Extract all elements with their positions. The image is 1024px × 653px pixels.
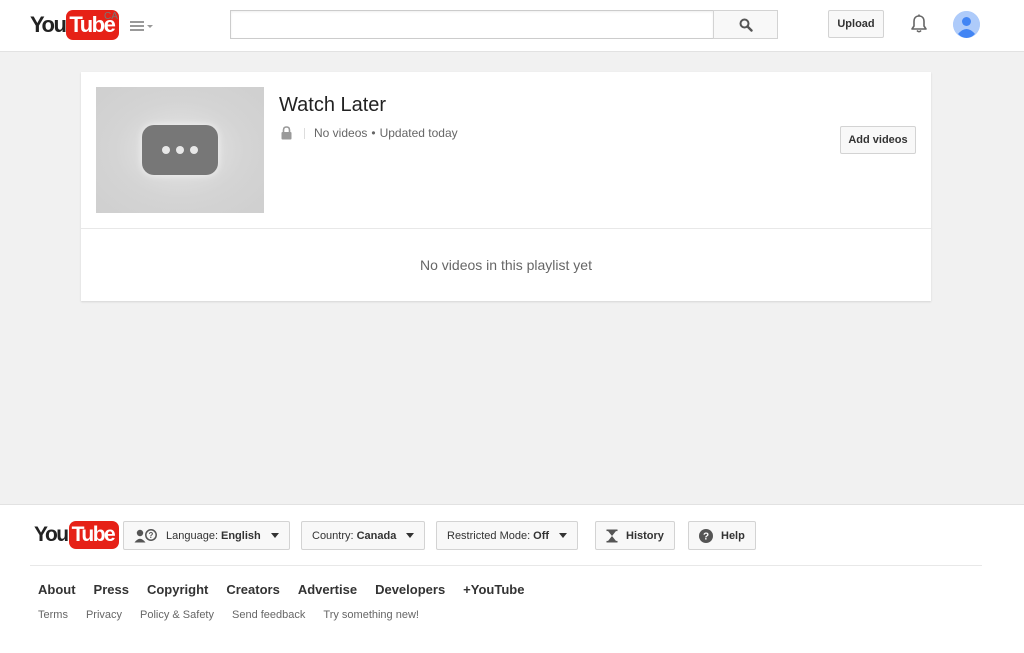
footer-link-press[interactable]: Press xyxy=(94,582,129,597)
logo-region-label: CA xyxy=(104,11,118,22)
playlist-header-card: Watch Later No videos • Updated today Ad… xyxy=(81,72,931,301)
country-label: Country: xyxy=(312,529,354,542)
meta-separator xyxy=(304,127,305,139)
language-people-icon: ? xyxy=(134,528,158,543)
footer-link-about[interactable]: About xyxy=(38,582,76,597)
search-input[interactable] xyxy=(230,10,713,39)
lock-icon xyxy=(281,126,292,140)
footer-link-advertise[interactable]: Advertise xyxy=(298,582,357,597)
footer-link-developers[interactable]: Developers xyxy=(375,582,445,597)
logo-you-text: You xyxy=(30,12,67,37)
history-button[interactable]: History xyxy=(595,521,675,550)
playlist-meta: No videos • Updated today xyxy=(281,126,458,140)
caret-down-icon xyxy=(559,533,568,538)
hamburger-icon xyxy=(130,21,144,33)
help-button[interactable]: ? Help xyxy=(688,521,756,550)
empty-playlist-message: No videos in this playlist yet xyxy=(420,257,592,273)
svg-text:?: ? xyxy=(703,531,709,542)
footer-link-copyright[interactable]: Copyright xyxy=(147,582,208,597)
language-value: English xyxy=(221,529,261,542)
search-button[interactable] xyxy=(713,10,778,39)
updated-label: Updated today xyxy=(379,126,458,140)
account-avatar[interactable] xyxy=(953,11,980,38)
restricted-value: Off xyxy=(533,529,550,542)
footer-link-try-something-new[interactable]: Try something new! xyxy=(323,609,419,621)
svg-text:?: ? xyxy=(149,531,154,540)
footer-link-creators[interactable]: Creators xyxy=(226,582,279,597)
youtube-logo[interactable]: You Tube CA xyxy=(30,10,120,40)
restricted-mode-button[interactable]: Restricted Mode: Off xyxy=(436,521,579,550)
country-picker-button[interactable]: Country: Canada xyxy=(301,521,426,550)
notifications-bell-icon[interactable] xyxy=(908,13,930,35)
language-picker-button[interactable]: ? Language: English xyxy=(123,521,290,550)
help-label: Help xyxy=(721,529,745,542)
user-icon xyxy=(953,11,980,38)
upload-button[interactable]: Upload xyxy=(828,10,884,38)
footer-secondary-links: Terms Privacy Policy & Safety Send feedb… xyxy=(38,609,419,621)
playlist-thumbnail[interactable] xyxy=(96,87,264,213)
video-count: No videos xyxy=(314,126,368,140)
footer-logo-you-text: You xyxy=(34,523,69,546)
country-value: Canada xyxy=(356,529,397,542)
chevron-down-icon xyxy=(147,25,153,28)
guide-menu-button[interactable] xyxy=(130,19,156,35)
footer-link-privacy[interactable]: Privacy xyxy=(86,609,122,621)
caret-down-icon xyxy=(406,533,415,538)
card-divider xyxy=(81,228,931,229)
language-label: Language: xyxy=(166,529,218,542)
footer-link-plus-youtube[interactable]: +YouTube xyxy=(463,582,524,597)
meta-dot: • xyxy=(371,126,376,140)
masthead: You Tube CA Upload xyxy=(0,0,1024,52)
history-label: History xyxy=(626,529,664,542)
search-form xyxy=(230,10,778,39)
more-icon xyxy=(142,125,218,175)
search-icon xyxy=(739,18,753,32)
restricted-label: Restricted Mode: xyxy=(447,529,531,542)
help-icon: ? xyxy=(699,528,713,543)
footer-link-send-feedback[interactable]: Send feedback xyxy=(232,609,305,621)
footer-divider xyxy=(30,565,982,566)
footer-link-terms[interactable]: Terms xyxy=(38,609,68,621)
footer-link-policy-safety[interactable]: Policy & Safety xyxy=(140,609,214,621)
footer-primary-links: About Press Copyright Creators Advertise… xyxy=(38,582,524,597)
footer: You Tube ? Language: English Country: Ca… xyxy=(0,504,1024,653)
footer-youtube-logo[interactable]: You Tube xyxy=(34,521,120,549)
footer-logo-tube-text: Tube xyxy=(68,521,120,549)
hourglass-icon xyxy=(606,529,618,543)
caret-down-icon xyxy=(270,533,279,538)
add-videos-button[interactable]: Add videos xyxy=(840,126,916,154)
playlist-title: Watch Later xyxy=(279,94,387,116)
